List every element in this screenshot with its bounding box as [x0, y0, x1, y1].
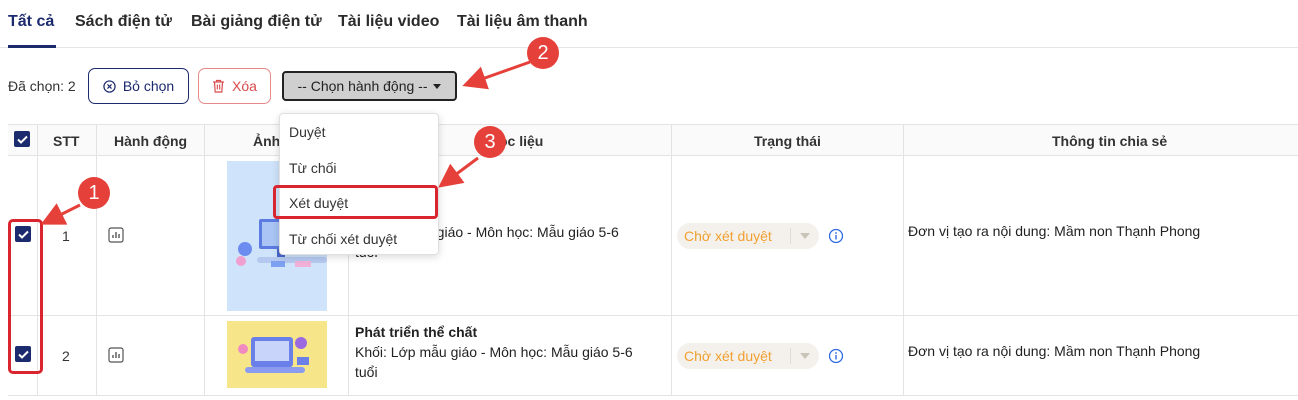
menu-item-review[interactable]: Xét duyệt: [289, 195, 348, 211]
row-stt: 1: [62, 228, 70, 244]
check-icon: [17, 350, 29, 359]
row-checkbox[interactable]: [15, 226, 31, 242]
header-share-info: Thông tin chia sẻ: [1052, 133, 1168, 149]
active-tab-indicator: [8, 45, 56, 48]
column-divider: [96, 124, 97, 396]
header-action: Hành động: [114, 133, 188, 149]
action-menu: Duyệt Từ chối Xét duyệt Từ chối xét duyệ…: [279, 113, 439, 255]
chevron-down-icon: [800, 233, 810, 239]
bar-chart-icon[interactable]: [108, 347, 124, 363]
info-icon[interactable]: [828, 348, 844, 364]
tab-all[interactable]: Tất cả: [8, 13, 54, 31]
tab-audio[interactable]: Tài liệu âm thanh: [457, 13, 588, 31]
row-divider: [8, 395, 1298, 396]
status-separator: [790, 348, 791, 364]
trash-icon: [213, 79, 225, 93]
row-checkbox[interactable]: [15, 346, 31, 362]
status-select[interactable]: Chờ xét duyệt: [677, 223, 819, 249]
status-label: Chờ xét duyệt: [684, 228, 772, 244]
row-divider: [8, 315, 1298, 316]
action-select[interactable]: -- Chọn hành động --: [282, 71, 457, 101]
status-label: Chờ xét duyệt: [684, 348, 772, 364]
delete-button[interactable]: Xóa: [198, 68, 271, 104]
deselect-button[interactable]: Bỏ chọn: [88, 68, 189, 104]
status-separator: [790, 228, 791, 244]
row-stt: 2: [62, 348, 70, 364]
menu-item-reject-review[interactable]: Từ chối xét duyệt: [289, 231, 397, 247]
check-icon: [17, 230, 29, 239]
menu-item-reject[interactable]: Từ chối: [289, 160, 337, 176]
status-select[interactable]: Chờ xét duyệt: [677, 343, 819, 369]
header-stt: STT: [53, 133, 80, 149]
annotation-badge: 3: [474, 126, 506, 158]
column-divider: [671, 124, 672, 396]
table-header: STT Hành động Ảnh ọc liệu Trạng thái Thô…: [8, 124, 1298, 156]
circle-x-icon: [103, 79, 116, 93]
material-title: Phát triển thể chất: [355, 324, 478, 340]
tab-ebooks[interactable]: Sách điện tử: [75, 13, 172, 31]
tab-video[interactable]: Tài liệu video: [338, 13, 439, 31]
column-divider: [204, 124, 205, 396]
tab-e-lectures[interactable]: Bài giảng điện tử: [191, 13, 322, 31]
bar-chart-icon[interactable]: [108, 227, 124, 243]
chevron-down-icon: [800, 353, 810, 359]
material-desc-line1: u giáo - Môn học: Mẫu giáo 5-6: [425, 224, 619, 240]
info-icon[interactable]: [828, 228, 844, 244]
deselect-label: Bỏ chọn: [122, 78, 175, 94]
column-divider: [37, 124, 38, 396]
tab-bar: Tất cả Sách điện tử Bài giảng điện tử Tà…: [0, 0, 1298, 48]
caret-down-icon: [433, 83, 442, 89]
thumbnail-image: [227, 321, 327, 388]
header-image: Ảnh: [253, 133, 281, 149]
select-all-checkbox[interactable]: [14, 131, 30, 147]
column-divider: [903, 124, 904, 396]
delete-label: Xóa: [232, 78, 257, 94]
share-info: Đơn vị tạo ra nội dung: Mầm non Thạnh Ph…: [908, 223, 1201, 239]
annotation-badge: 1: [78, 177, 110, 209]
annotation-arrows: [40, 60, 531, 225]
material-desc-line2: tuổi: [355, 364, 378, 380]
menu-item-approve[interactable]: Duyệt: [289, 124, 326, 140]
header-status: Trạng thái: [754, 133, 821, 149]
selected-count: Đã chọn: 2: [8, 78, 76, 94]
material-desc-line1: Khối: Lớp mẫu giáo - Môn học: Mẫu giáo 5…: [355, 344, 633, 360]
annotation-badge: 2: [527, 37, 559, 69]
action-select-label: -- Chọn hành động --: [297, 78, 428, 94]
share-info: Đơn vị tạo ra nội dung: Mầm non Thạnh Ph…: [908, 343, 1201, 359]
check-icon: [16, 135, 28, 144]
